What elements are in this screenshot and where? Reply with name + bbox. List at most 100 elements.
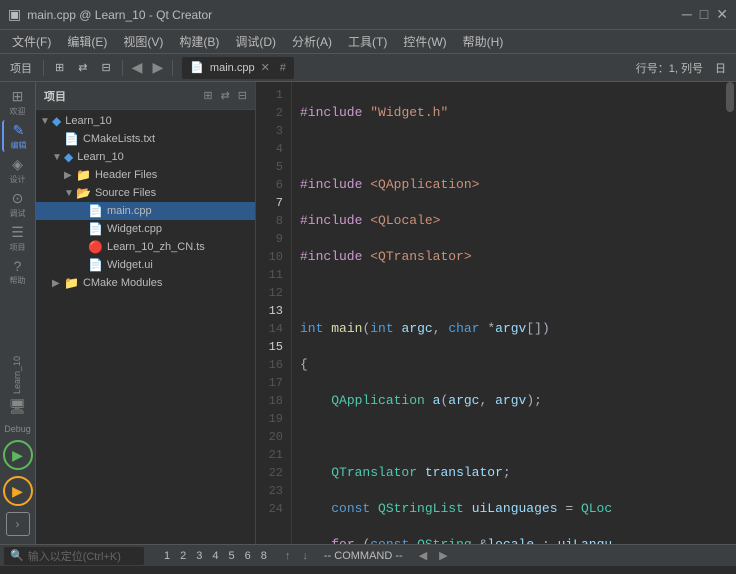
menu-file[interactable]: 文件(F) <box>4 31 59 52</box>
tree-node-cmake-modules[interactable]: ▶ 📁 CMake Modules <box>36 274 255 292</box>
debug-run-button[interactable]: ▶ <box>3 476 33 506</box>
tree-node-ts[interactable]: 🔴 Learn_10_zh_CN.ts <box>36 238 255 256</box>
maximize-button[interactable]: □ <box>700 6 708 23</box>
tree-arrow: ▼ <box>40 116 52 127</box>
filter-icon[interactable]: ⊞ <box>203 89 212 102</box>
code-line-12: const QStringList uiLanguages = QLoc <box>300 500 716 518</box>
tree-node-learn10[interactable]: ▼ ◆ Learn_10 <box>36 148 255 166</box>
code-line-5: #include <QTranslator> <box>300 248 716 266</box>
console-button[interactable]: › <box>6 512 30 536</box>
tree-node-ui[interactable]: 📄 Widget.ui <box>36 256 255 274</box>
design-icon: ◈ <box>12 156 23 173</box>
toolbar-hash: # <box>280 62 286 74</box>
debug-label: Debug <box>4 424 31 434</box>
toolbar-project-btn[interactable]: 项目 <box>4 58 38 78</box>
search-placeholder-text: 输入以定位(Ctrl+K) <box>28 548 121 564</box>
col-3: 3 <box>192 550 206 562</box>
toolbar-tab-close[interactable]: ✕ <box>261 61 270 74</box>
file-tree-header: 项目 ⊞ ⇄ ⊟ <box>36 82 255 110</box>
code-line-8: { <box>300 356 716 374</box>
search-icon: 🔍 <box>10 549 24 562</box>
code-line-3: #include <QApplication> <box>300 176 716 194</box>
col-1: 1 <box>160 550 174 562</box>
toolbar-sync-btn[interactable]: ⇄ <box>72 59 93 76</box>
debug-icon: ⊙ <box>12 190 24 207</box>
code-content[interactable]: #include "Widget.h" #include <QApplicati… <box>292 82 724 544</box>
col-5: 5 <box>225 550 239 562</box>
code-line-11: QTranslator translator; <box>300 464 716 482</box>
project-icon: ☰ <box>11 224 24 241</box>
code-line-2 <box>300 140 716 158</box>
code-line-10 <box>300 428 716 446</box>
code-line-9: QApplication a(argc, argv); <box>300 392 716 410</box>
app-icon: ▣ <box>8 6 21 23</box>
menu-view[interactable]: 视图(V) <box>115 31 171 52</box>
tree-node-sources[interactable]: ▼ 📂 Source Files <box>36 184 255 202</box>
file-tree-panel: 项目 ⊞ ⇄ ⊟ ▼ ◆ Learn_10 📄 CMakeLists.txt ▼… <box>36 82 256 544</box>
help-icon: ? <box>14 258 22 274</box>
sidebar: ⊞ 欢迎 ✎ 编辑 ◈ 设计 ⊙ 调试 ☰ 项目 ? 帮助 Learn_10 🖥… <box>0 82 36 544</box>
line-col-indicator: 行号：1, 列号 <box>636 60 703 76</box>
nav-up-icon[interactable]: ↑ <box>285 550 291 562</box>
project-label-bottom: Learn_10 <box>11 354 25 396</box>
statusbar: 🔍 输入以定位(Ctrl+K) 1 2 3 4 5 6 8 ↑ ↓ -- COM… <box>0 544 736 566</box>
edit-icon: ✎ <box>13 122 25 139</box>
menu-tools[interactable]: 工具(T) <box>340 31 395 52</box>
toolbar-filter-btn[interactable]: ⊞ <box>49 59 70 76</box>
column-numbers: 1 2 3 4 5 6 8 <box>160 550 271 562</box>
toolbar-right-btn[interactable]: 日 <box>709 58 732 78</box>
sync-icon[interactable]: ⇄ <box>221 89 230 102</box>
welcome-icon: ⊞ <box>12 88 24 105</box>
col-4: 4 <box>208 550 222 562</box>
toolbar-collapse-btn[interactable]: ⊟ <box>95 59 116 76</box>
titlebar: ▣ main.cpp @ Learn_10 - Qt Creator ─ □ ✕ <box>0 0 736 30</box>
command-indicator: -- COMMAND -- <box>324 550 403 562</box>
toolbar: 项目 ⊞ ⇄ ⊟ ◀ ▶ 📄 main.cpp ✕ # 行号：1, 列号 日 <box>0 54 736 82</box>
sidebar-item-help[interactable]: ? 帮助 <box>2 256 34 288</box>
menu-build[interactable]: 构建(B) <box>171 31 227 52</box>
sidebar-item-design[interactable]: ◈ 设计 <box>2 154 34 186</box>
tree-node-widgetcpp[interactable]: 📄 Widget.cpp <box>36 220 255 238</box>
nav-back-arrow[interactable]: ◀ <box>128 59 147 76</box>
tree-node-maincpp[interactable]: 📄 main.cpp <box>36 202 255 220</box>
code-line-6 <box>300 284 716 302</box>
line-numbers: 1 2 3 4 5 6 7 8 9 10 11 12 13 14 15 16 1… <box>256 82 292 544</box>
menu-widgets[interactable]: 控件(W) <box>395 31 454 52</box>
nav-forward-arrow[interactable]: ▶ <box>148 59 167 76</box>
code-line-7: int main(int argc, char *argv[]) <box>300 320 716 338</box>
minimize-button[interactable]: ─ <box>682 6 692 23</box>
sidebar-item-debug[interactable]: ⊙ 调试 <box>2 188 34 220</box>
main-area: ⊞ 欢迎 ✎ 编辑 ◈ 设计 ⊙ 调试 ☰ 项目 ? 帮助 Learn_10 🖥… <box>0 82 736 544</box>
tree-node-cmake[interactable]: 📄 CMakeLists.txt <box>36 130 255 148</box>
file-tree-title: 项目 <box>44 88 66 104</box>
code-line-13: for (const QString &locale : uiLangu <box>300 536 716 544</box>
run-button[interactable]: ▶ <box>3 440 33 470</box>
tree-node-root[interactable]: ▼ ◆ Learn_10 <box>36 112 255 130</box>
code-editor[interactable]: 1 2 3 4 5 6 7 8 9 10 11 12 13 14 15 16 1… <box>256 82 736 544</box>
sidebar-item-project[interactable]: ☰ 项目 <box>2 222 34 254</box>
sidebar-item-edit[interactable]: ✎ 编辑 <box>2 120 34 152</box>
status-icon-left[interactable]: ◀ <box>419 549 427 562</box>
menubar: 文件(F) 编辑(E) 视图(V) 构建(B) 调试(D) 分析(A) 工具(T… <box>0 30 736 54</box>
tree-node-headers[interactable]: ▶ 📁 Header Files <box>36 166 255 184</box>
search-container[interactable]: 🔍 输入以定位(Ctrl+K) <box>4 547 144 565</box>
tab-file-icon: 📄 <box>190 61 204 74</box>
menu-edit[interactable]: 编辑(E) <box>59 31 115 52</box>
nav-down-icon[interactable]: ↓ <box>302 550 308 562</box>
status-icon-right[interactable]: ▶ <box>439 549 447 562</box>
col-2: 2 <box>176 550 190 562</box>
menu-debug[interactable]: 调试(D) <box>227 31 284 52</box>
window-controls: ─ □ ✕ <box>682 6 728 23</box>
sidebar-item-welcome[interactable]: ⊞ 欢迎 <box>2 86 34 118</box>
code-line-1: #include "Widget.h" <box>300 104 716 122</box>
vertical-scrollbar[interactable] <box>724 82 736 544</box>
menu-analyze[interactable]: 分析(A) <box>284 31 340 52</box>
toolbar-sep2 <box>122 60 123 76</box>
scrollbar-thumb[interactable] <box>726 82 734 112</box>
close-button[interactable]: ✕ <box>716 6 728 23</box>
toolbar-tab-filename: main.cpp <box>210 62 255 74</box>
monitor-icon: 🖥 <box>9 398 27 415</box>
title-text: main.cpp @ Learn_10 - Qt Creator <box>27 8 212 22</box>
menu-help[interactable]: 帮助(H) <box>455 31 512 52</box>
collapse-icon[interactable]: ⊟ <box>238 89 247 102</box>
